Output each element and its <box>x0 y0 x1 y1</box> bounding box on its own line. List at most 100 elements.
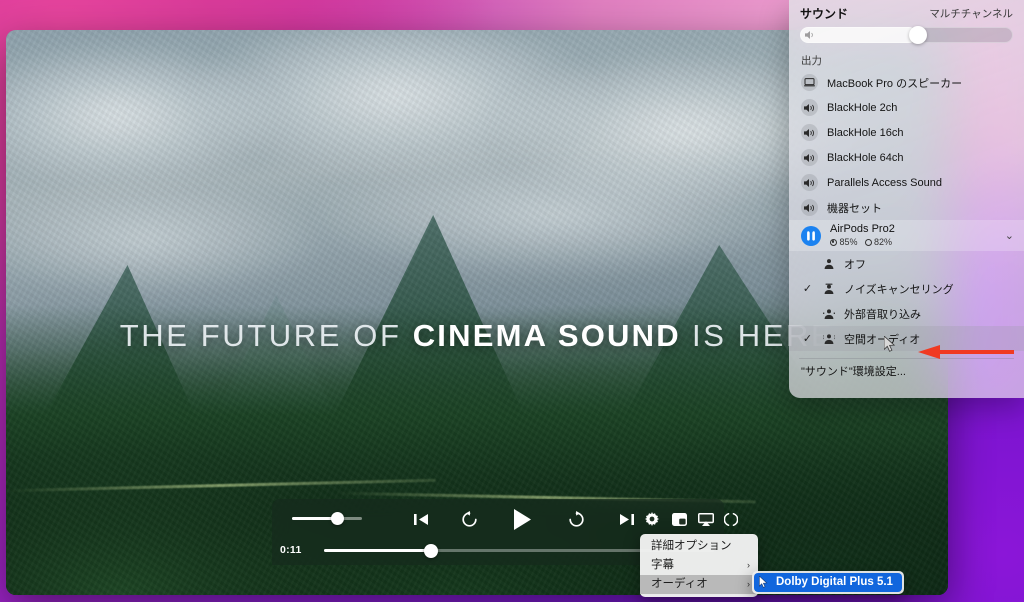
battery-left-icon <box>830 238 837 246</box>
head-glyph <box>824 258 834 269</box>
device-label: 機器セット <box>827 202 882 215</box>
noise-control-label: 空間オーディオ <box>844 333 921 346</box>
airpods-battery-right: 82% <box>864 236 892 248</box>
pip-icon <box>671 512 687 526</box>
player-context-menu: 詳細オプション 字幕 › オーディオ › <box>640 534 758 597</box>
hero-title-prefix: THE FUTURE OF <box>119 318 413 353</box>
context-menu-item-label: オーディオ <box>651 578 708 590</box>
output-section-label: 出力 <box>801 55 822 67</box>
noise-control-off[interactable]: オフ <box>789 251 1024 276</box>
device-label: MacBook Pro のスピーカー <box>827 77 963 90</box>
airpods-battery: 85% 82% <box>830 236 895 248</box>
rewind-button[interactable] <box>458 508 480 530</box>
device-label: Parallels Access Sound <box>827 176 942 189</box>
next-track-icon <box>619 513 634 525</box>
check-icon: ✓ <box>802 283 813 295</box>
sound-control-center-panel: サウンド マルチチャンネル 出力 MacBook Pro のスピーカー Blac… <box>789 0 1024 398</box>
gear-icon <box>645 512 659 526</box>
cloud <box>306 150 806 280</box>
device-row-parallels-access-sound[interactable]: Parallels Access Sound <box>789 170 1024 195</box>
speaker-icon <box>805 31 813 39</box>
mouse-cursor-icon <box>759 576 768 588</box>
device-label: BlackHole 2ch <box>827 101 898 114</box>
context-menu-item-advanced[interactable]: 詳細オプション <box>640 537 758 556</box>
volume-knob[interactable] <box>331 512 344 525</box>
previous-track-button[interactable] <box>410 508 432 530</box>
forward-icon <box>568 510 584 527</box>
fullscreen-icon <box>724 512 738 526</box>
speaker-glyph <box>804 153 814 162</box>
sound-panel-header: サウンド マルチチャンネル <box>789 0 1024 22</box>
noise-control-cancellation[interactable]: ✓ ノイズキャンセリング <box>789 276 1024 301</box>
forward-button[interactable] <box>565 508 587 530</box>
hero-title-bold: CINEMA SOUND <box>412 318 681 353</box>
speaker-icon <box>801 174 818 191</box>
play-icon <box>514 508 531 530</box>
device-row-aggregate-device[interactable]: 機器セット <box>789 195 1024 220</box>
head-glyph <box>824 283 834 294</box>
device-row-blackhole-16ch[interactable]: BlackHole 16ch <box>789 120 1024 145</box>
head-spatial-audio-icon <box>822 332 836 346</box>
current-time-label: 0:11 <box>280 544 302 556</box>
context-menu-item-label: 字幕 <box>651 559 674 571</box>
sound-panel-subtitle: マルチチャンネル <box>929 7 1013 20</box>
master-volume-slider[interactable] <box>800 26 1013 44</box>
device-row-blackhole-2ch[interactable]: BlackHole 2ch <box>789 95 1024 120</box>
speaker-glyph <box>804 178 814 187</box>
chevron-down-icon[interactable]: ⌄ <box>1005 229 1014 242</box>
audio-track-dolby-option[interactable]: Dolby Digital Plus 5.1 <box>754 573 902 592</box>
check-icon: ✓ <box>802 333 813 345</box>
speaker-icon <box>801 199 818 216</box>
volume-slider[interactable] <box>292 512 362 525</box>
airplay-button[interactable] <box>695 508 717 530</box>
airpods-info: AirPods Pro2 85% 82% <box>830 223 895 248</box>
noise-control-label: 外部音取り込み <box>844 308 921 321</box>
audio-track-submenu: Dolby Digital Plus 5.1 <box>752 571 904 594</box>
noise-control-transparency[interactable]: 外部音取り込み <box>789 301 1024 326</box>
head-glyph <box>823 308 835 319</box>
device-label: BlackHole 16ch <box>827 126 904 139</box>
play-button[interactable] <box>509 506 535 532</box>
rewind-icon <box>461 510 477 527</box>
laptop-icon <box>801 74 818 91</box>
mouse-cursor-icon <box>884 336 896 352</box>
fullscreen-button[interactable] <box>720 508 742 530</box>
speaker-glyph <box>804 203 814 212</box>
master-volume-fill <box>800 27 918 43</box>
head-off-icon <box>822 257 836 271</box>
airpods-name: AirPods Pro2 <box>830 223 895 235</box>
progress-fill <box>324 549 432 552</box>
head-transparency-icon <box>822 307 836 321</box>
context-menu-item-subtitles[interactable]: 字幕 › <box>640 556 758 575</box>
device-label: BlackHole 64ch <box>827 151 904 164</box>
device-row-macbook-speakers[interactable]: MacBook Pro のスピーカー <box>789 70 1024 95</box>
player-button-row <box>272 499 738 537</box>
laptop-glyph <box>804 78 815 87</box>
progress-knob[interactable] <box>424 543 438 558</box>
speaker-glyph <box>804 128 814 137</box>
airplay-icon <box>698 512 714 526</box>
noise-control-label: ノイズキャンセリング <box>844 283 954 296</box>
device-row-airpods-pro2[interactable]: AirPods Pro2 85% 82% ⌄ <box>789 220 1024 251</box>
picture-in-picture-button[interactable] <box>668 508 690 530</box>
previous-track-icon <box>413 513 428 525</box>
chevron-right-icon: › <box>747 579 750 589</box>
speaker-icon <box>801 99 818 116</box>
next-track-button[interactable] <box>615 508 637 530</box>
device-row-blackhole-64ch[interactable]: BlackHole 64ch <box>789 145 1024 170</box>
context-menu-item-audio[interactable]: オーディオ › <box>640 575 758 594</box>
chevron-right-icon: › <box>747 560 750 570</box>
airpods-glyph <box>807 230 815 241</box>
airpods-battery-left: 85% <box>830 236 858 248</box>
settings-button[interactable] <box>641 508 663 530</box>
speaker-icon <box>801 149 818 166</box>
noise-control-label: オフ <box>844 258 866 271</box>
sound-panel-title: サウンド <box>800 6 849 21</box>
sound-preferences-link[interactable]: "サウンド"環境設定... <box>789 359 1024 383</box>
master-volume-knob[interactable] <box>908 26 927 44</box>
head-noise-cancel-icon <box>822 282 836 296</box>
context-menu-item-label: 詳細オプション <box>651 540 732 552</box>
audio-track-label: Dolby Digital Plus 5.1 <box>776 576 893 588</box>
annotation-arrow <box>918 345 1014 359</box>
airpods-icon <box>801 225 821 246</box>
